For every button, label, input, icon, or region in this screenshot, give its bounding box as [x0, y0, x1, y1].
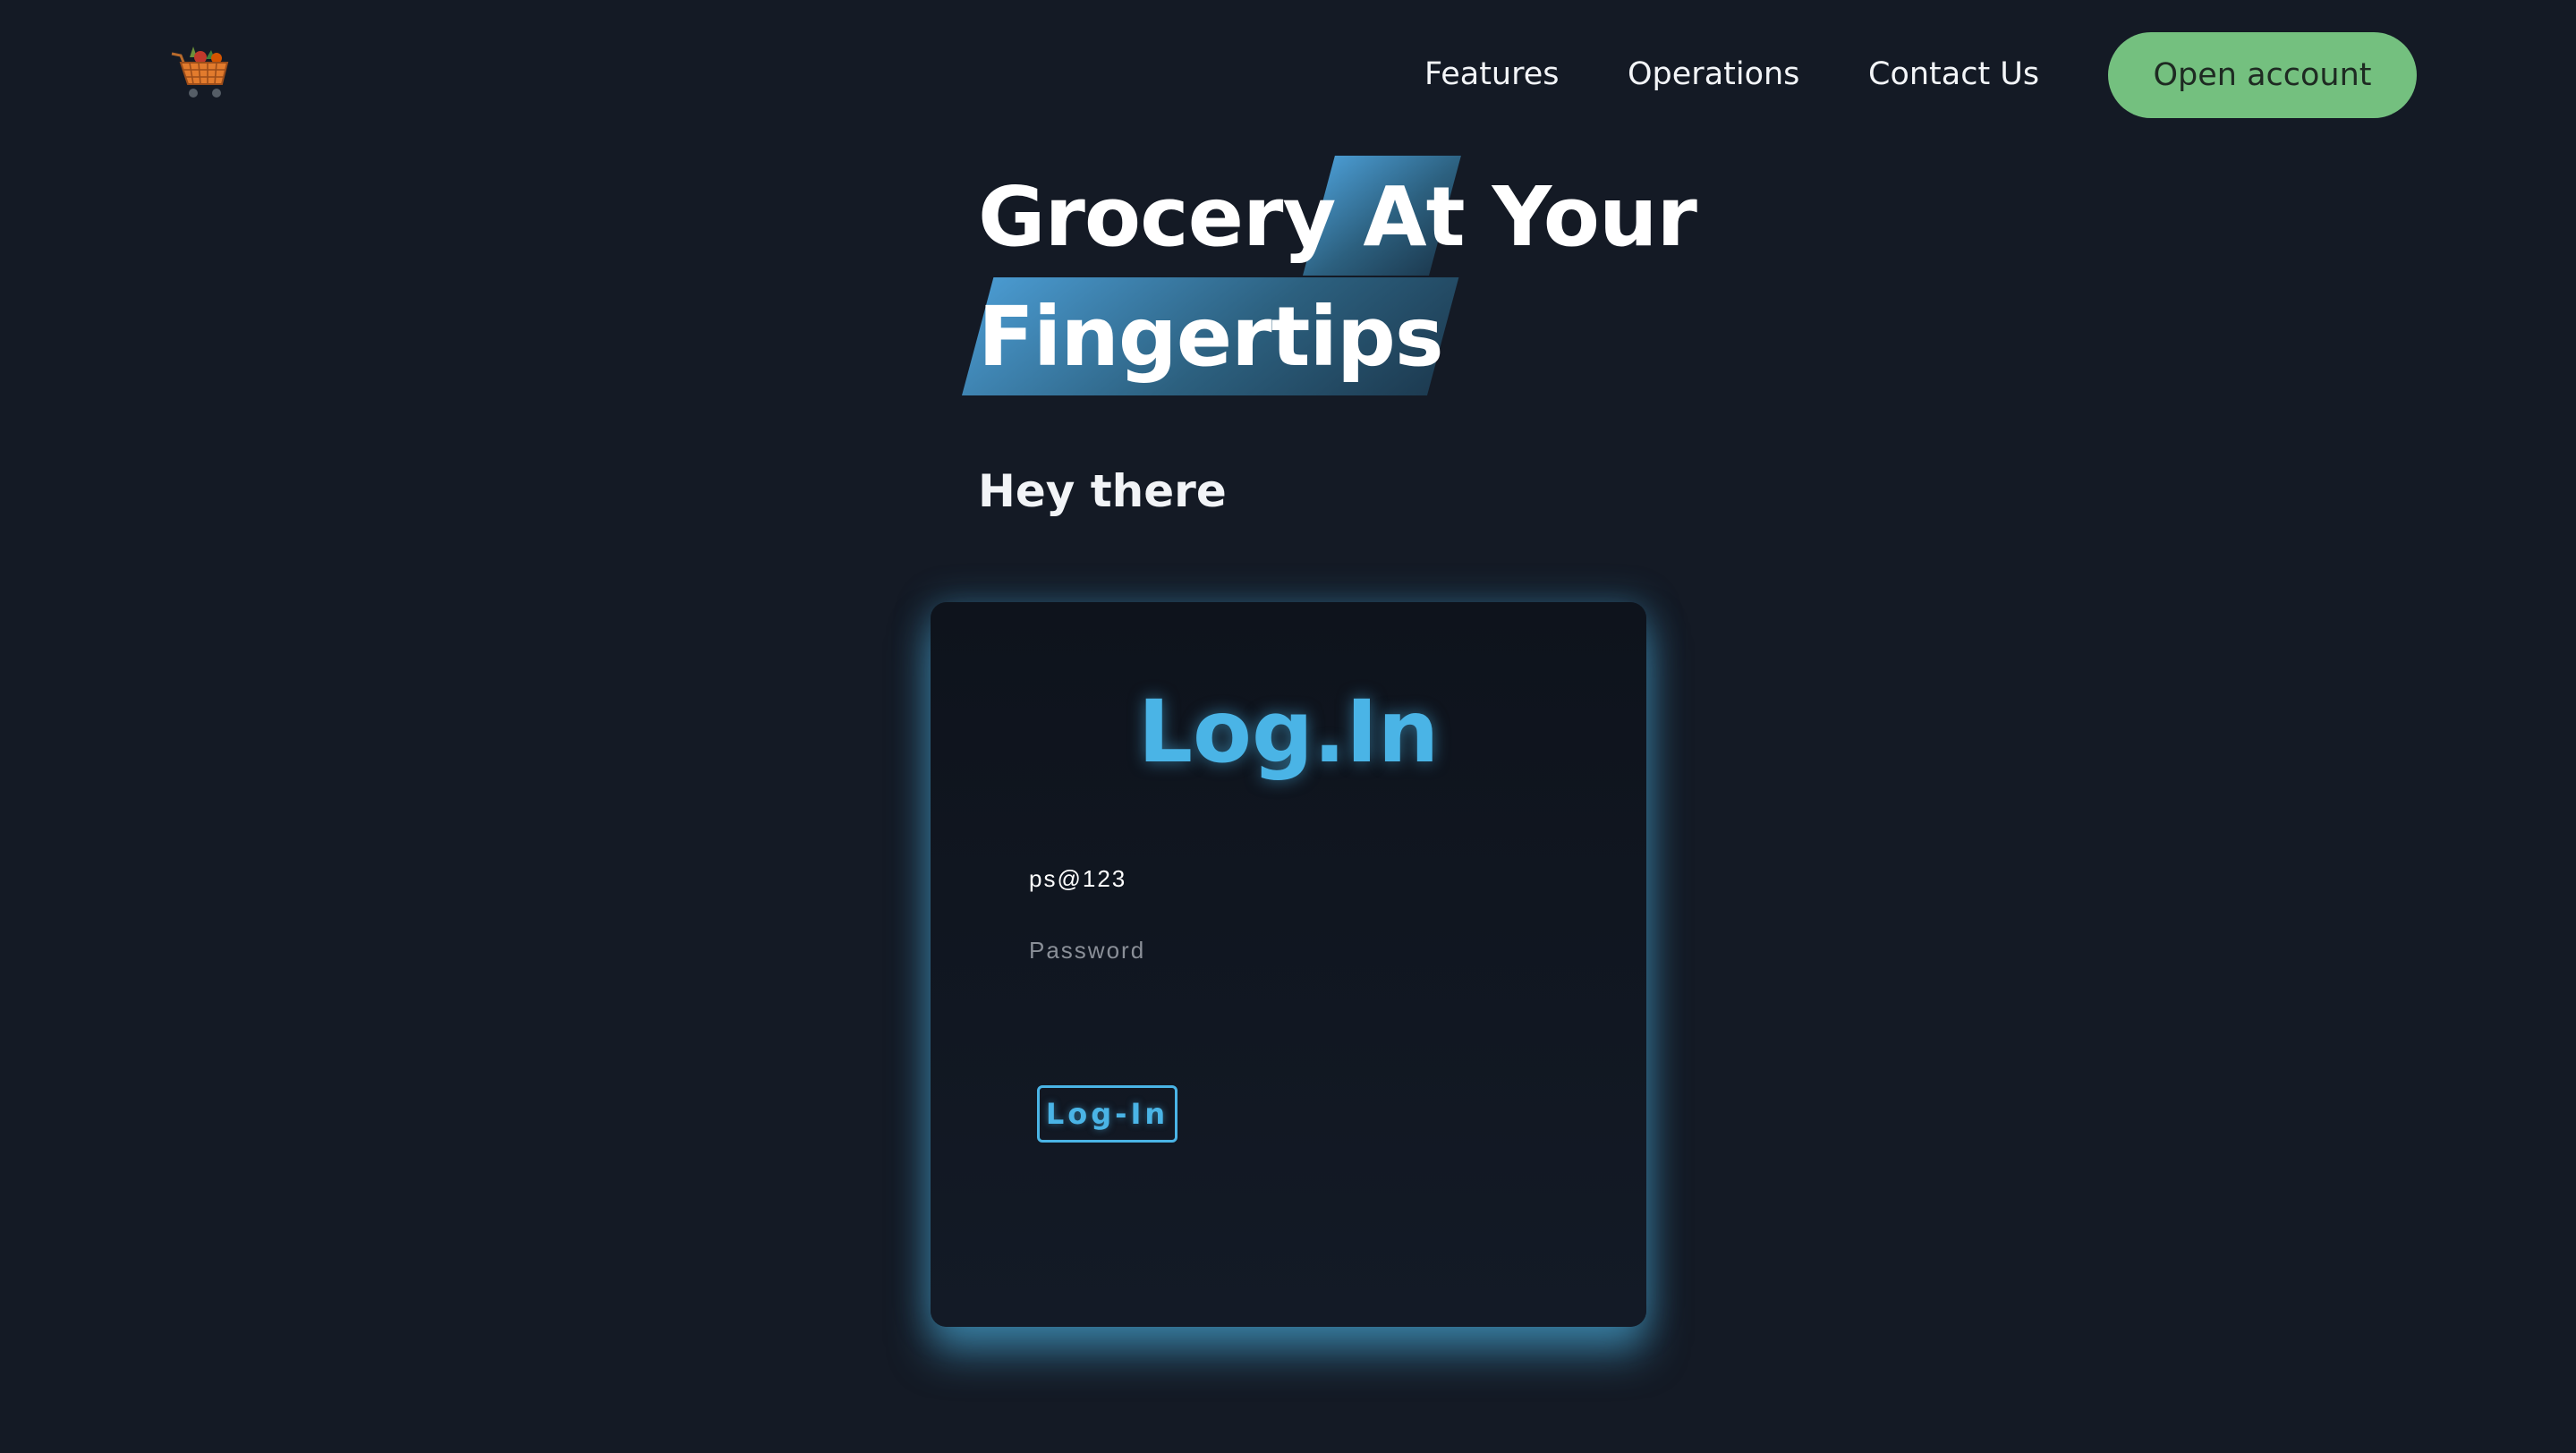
hero-title-line1: Grocery At Your — [978, 157, 1697, 277]
hero-subtitle: Hey there — [978, 465, 1227, 517]
open-account-button[interactable]: Open account — [2108, 32, 2417, 118]
login-card: Log.In Log-In — [931, 602, 1646, 1327]
hero-title-line2: Fingertips — [978, 289, 1444, 385]
hero-title-start: Grocery — [978, 169, 1364, 265]
grocery-cart-icon — [171, 47, 229, 98]
nav-link-operations[interactable]: Operations — [1628, 55, 1799, 93]
login-button[interactable]: Log-In — [1037, 1085, 1177, 1143]
logo-cart-icon[interactable] — [170, 45, 233, 100]
hero-title-highlight: At — [1363, 169, 1465, 265]
nav-link-contact-us[interactable]: Contact Us — [1868, 55, 2039, 93]
login-title: Log.In — [1137, 682, 1440, 782]
username-field[interactable] — [1029, 856, 1548, 901]
nav-link-features[interactable]: Features — [1424, 55, 1560, 93]
password-field[interactable] — [1029, 928, 1548, 973]
hero-title-end: Your — [1464, 169, 1697, 265]
